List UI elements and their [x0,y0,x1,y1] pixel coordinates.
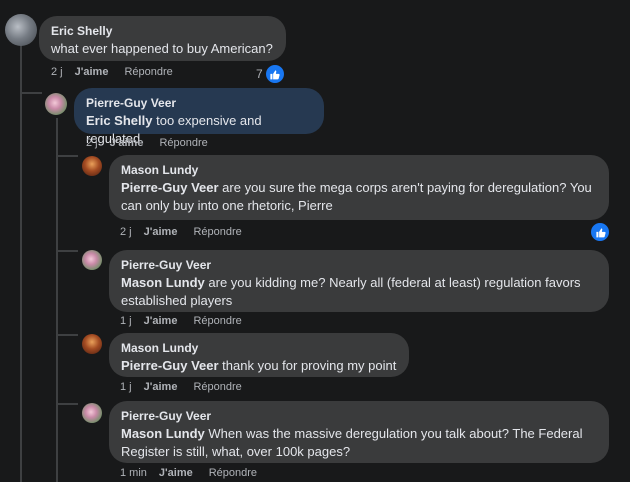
comment-author[interactable]: Mason Lundy [121,340,397,356]
comment-bubble: Pierre-Guy Veer Mason Lundy are you kidd… [109,250,609,312]
like-button[interactable]: J'aime [159,465,193,481]
thread-line [56,118,58,482]
comment-body: thank you for proving my point [218,358,397,373]
thread-line [56,403,78,405]
reply-button[interactable]: Répondre [193,224,241,240]
like-button[interactable]: J'aime [144,224,178,240]
comment-actions: 2 j J'aime Répondre [51,64,173,80]
mention-link[interactable]: Eric Shelly [86,113,152,128]
comment-timestamp[interactable]: 2 j [86,135,98,151]
comment-text: what ever happened to buy American? [51,40,274,58]
reaction-number: 7 [256,67,263,81]
comment-body: what ever happened to buy American? [51,41,273,56]
mention-link[interactable]: Pierre-Guy Veer [121,180,219,195]
comment-timestamp[interactable]: 1 j [120,379,132,395]
like-button[interactable]: J'aime [75,64,109,80]
comment-author[interactable]: Mason Lundy [121,162,597,178]
thumbs-up-icon [263,63,286,85]
comment-actions: 1 min J'aime Répondre [120,465,257,481]
comment-timestamp[interactable]: 2 j [51,64,63,80]
thread-line [56,334,78,336]
thread-line [56,250,78,252]
reply-button[interactable]: Répondre [124,64,172,80]
comment-author[interactable]: Eric Shelly [51,23,274,39]
avatar[interactable] [82,334,102,354]
mention-link[interactable]: Pierre-Guy Veer [121,358,219,373]
comment-text: Pierre-Guy Veer are you sure the mega co… [121,179,597,215]
comment-text: Mason Lundy When was the massive deregul… [121,425,597,461]
mention-link[interactable]: Mason Lundy [121,426,205,441]
reply-button[interactable]: Répondre [193,379,241,395]
reply-button[interactable]: Répondre [159,135,207,151]
reaction-count[interactable]: 7 [256,63,286,85]
comment-bubble: Eric Shelly what ever happened to buy Am… [39,16,286,61]
comment-text: Mason Lundy are you kidding me? Nearly a… [121,274,597,310]
comment-timestamp[interactable]: 1 j [120,313,132,329]
comment-actions: 1 j J'aime Répondre [120,313,242,329]
reply-button[interactable]: Répondre [209,465,257,481]
avatar[interactable] [82,250,102,270]
avatar[interactable] [5,14,37,46]
comment-actions: 2 j J'aime Répondre [120,224,242,240]
comment-author[interactable]: Pierre-Guy Veer [121,257,597,273]
comment-author[interactable]: Pierre-Guy Veer [86,95,312,111]
reaction-count[interactable] [589,221,611,243]
thumbs-up-icon [589,221,611,243]
avatar[interactable] [82,156,102,176]
like-button[interactable]: J'aime [144,313,178,329]
like-button[interactable]: J'aime [110,135,144,151]
comment-timestamp[interactable]: 2 j [120,224,132,240]
comment-text: Pierre-Guy Veer thank you for proving my… [121,357,397,375]
comment-timestamp[interactable]: 1 min [120,465,147,481]
comment-actions: 1 j J'aime Répondre [120,379,242,395]
avatar[interactable] [45,93,67,115]
thread-line [20,92,42,94]
thread-line [20,45,22,482]
avatar[interactable] [82,403,102,423]
like-button[interactable]: J'aime [144,379,178,395]
comment-bubble: Mason Lundy Pierre-Guy Veer are you sure… [109,155,609,220]
comment-bubble: Pierre-Guy Veer Eric Shelly too expensiv… [74,88,324,146]
thread-line [56,155,78,157]
reply-button[interactable]: Répondre [193,313,241,329]
comment-author[interactable]: Pierre-Guy Veer [121,408,597,424]
mention-link[interactable]: Mason Lundy [121,275,205,290]
comment-actions: 2 j J'aime Répondre [86,135,208,151]
comment-bubble: Mason Lundy Pierre-Guy Veer thank you fo… [109,333,409,377]
comment-bubble: Pierre-Guy Veer Mason Lundy When was the… [109,401,609,463]
